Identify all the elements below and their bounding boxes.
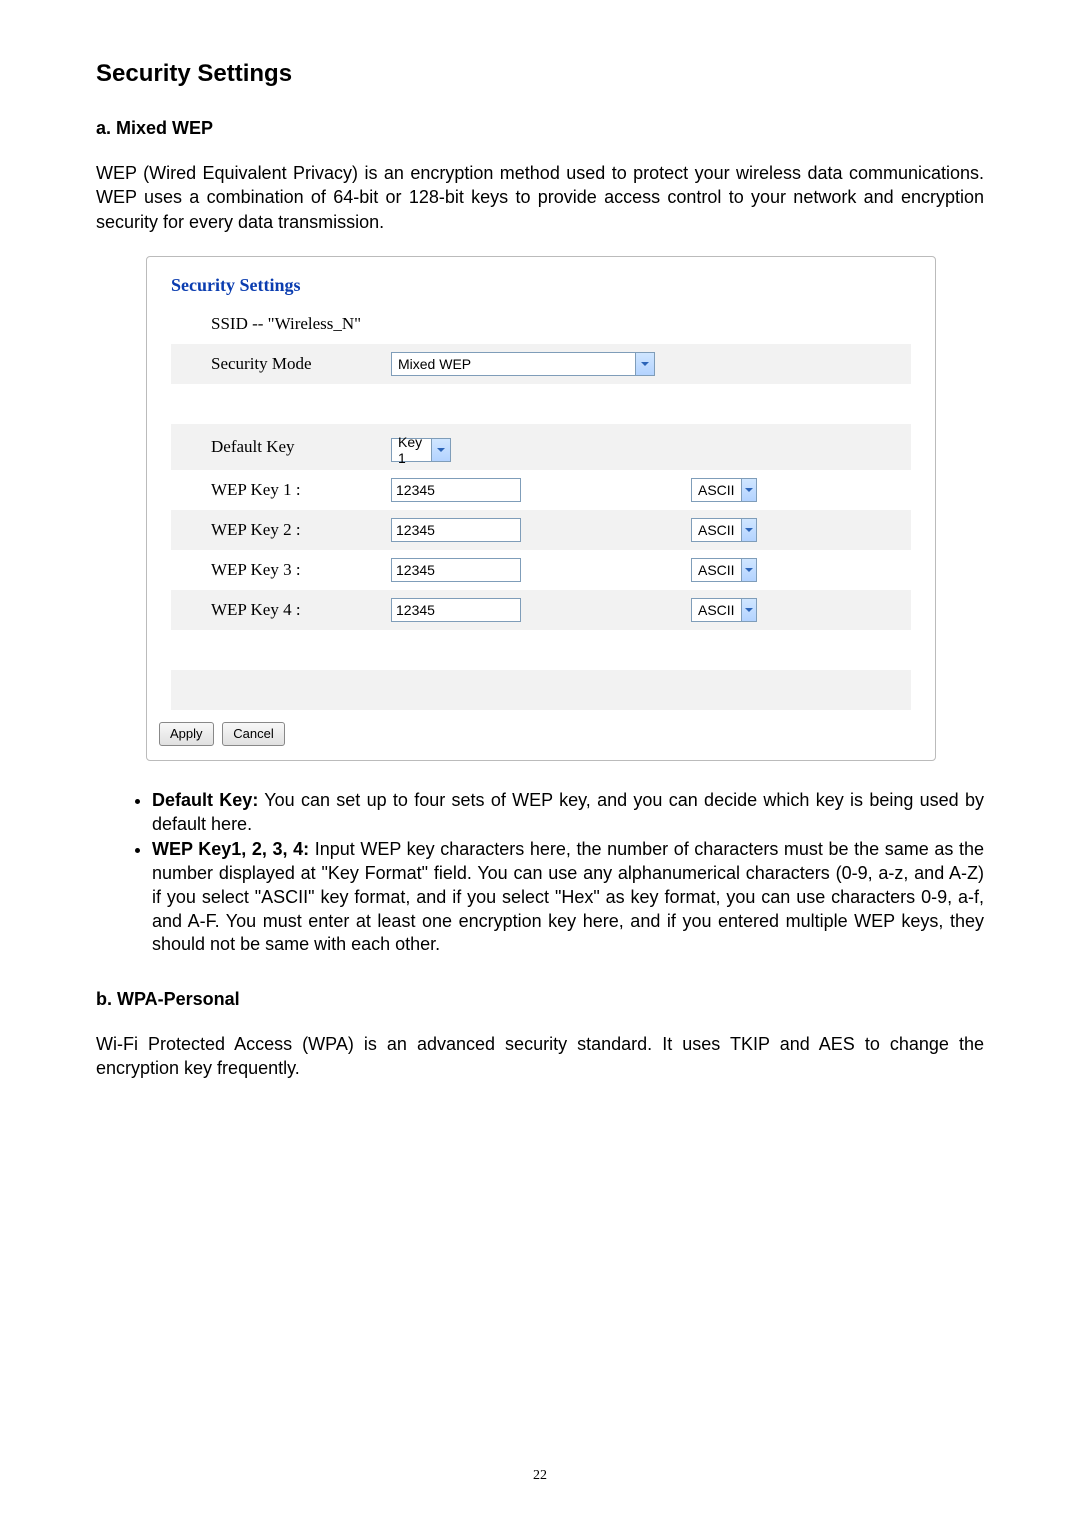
- chevron-down-icon: [431, 439, 450, 461]
- default-key-select[interactable]: Key 1: [391, 438, 451, 462]
- wep-key2-input[interactable]: [391, 518, 521, 542]
- apply-button[interactable]: Apply: [159, 722, 214, 746]
- wep-key3-label: WEP Key 3 :: [211, 560, 391, 580]
- wep-key1-input[interactable]: [391, 478, 521, 502]
- bullet-default-key-bold: Default Key:: [152, 790, 258, 810]
- chevron-down-icon: [741, 599, 756, 621]
- wep-key2-type-value: ASCII: [692, 519, 741, 541]
- wep-key1-type-value: ASCII: [692, 479, 741, 501]
- wep-key2-label: WEP Key 2 :: [211, 520, 391, 540]
- page-number: 22: [0, 1468, 1080, 1484]
- security-settings-panel: Security Settings SSID -- "Wireless_N" S…: [146, 256, 936, 761]
- section-a-intro: WEP (Wired Equivalent Privacy) is an enc…: [96, 161, 984, 234]
- ssid-label: SSID -- "Wireless_N": [211, 314, 391, 334]
- bullet-default-key: Default Key: You can set up to four sets…: [152, 789, 984, 837]
- wep-key3-input[interactable]: [391, 558, 521, 582]
- chevron-down-icon: [741, 559, 756, 581]
- wep-key4-type-value: ASCII: [692, 599, 741, 621]
- wep-key3-type-value: ASCII: [692, 559, 741, 581]
- bullet-wep-keys: WEP Key1, 2, 3, 4: Input WEP key charact…: [152, 838, 984, 957]
- default-key-label: Default Key: [211, 437, 391, 457]
- security-mode-label: Security Mode: [211, 354, 391, 374]
- chevron-down-icon: [635, 353, 654, 375]
- bullet-list: Default Key: You can set up to four sets…: [96, 789, 984, 957]
- cancel-button[interactable]: Cancel: [222, 722, 284, 746]
- security-mode-select[interactable]: Mixed WEP: [391, 352, 655, 376]
- section-b-intro: Wi-Fi Protected Access (WPA) is an advan…: [96, 1032, 984, 1081]
- section-b-title: b. WPA-Personal: [96, 989, 984, 1010]
- wep-key4-input[interactable]: [391, 598, 521, 622]
- default-key-value: Key 1: [392, 439, 431, 461]
- panel-title: Security Settings: [171, 275, 911, 296]
- bullet-default-key-text: You can set up to four sets of WEP key, …: [152, 790, 984, 834]
- wep-key1-type-select[interactable]: ASCII: [691, 478, 757, 502]
- chevron-down-icon: [741, 479, 756, 501]
- security-mode-value: Mixed WEP: [392, 353, 635, 375]
- wep-key3-type-select[interactable]: ASCII: [691, 558, 757, 582]
- wep-key2-type-select[interactable]: ASCII: [691, 518, 757, 542]
- wep-key1-label: WEP Key 1 :: [211, 480, 391, 500]
- wep-key4-label: WEP Key 4 :: [211, 600, 391, 620]
- section-a-title: a. Mixed WEP: [96, 118, 984, 139]
- chevron-down-icon: [741, 519, 756, 541]
- bullet-wep-keys-bold: WEP Key1, 2, 3, 4:: [152, 839, 309, 859]
- page-heading: Security Settings: [96, 60, 984, 88]
- wep-key4-type-select[interactable]: ASCII: [691, 598, 757, 622]
